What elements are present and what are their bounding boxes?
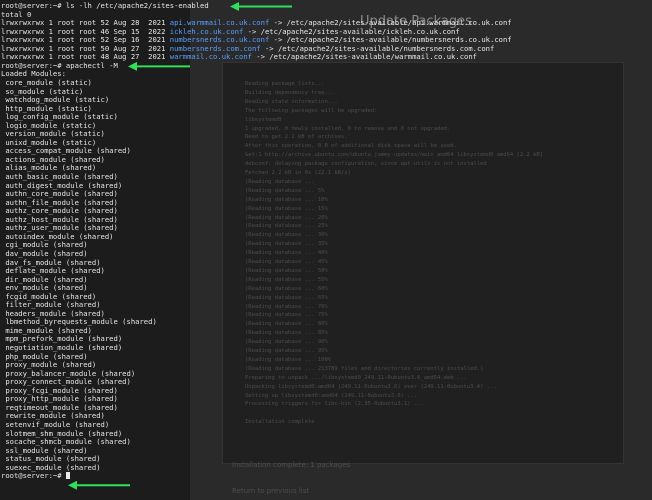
- line-text: root@server:~# ls -lh /etc/apache2/sites…: [1, 1, 209, 10]
- terminal-output[interactable]: root@server:~# ls -lh /etc/apache2/sites…: [0, 0, 652, 500]
- line-text: root@server:~#: [1, 471, 66, 481]
- symlink-target: -> /etc/apache2/sites-available/warmmail…: [251, 52, 478, 62]
- command-line: root@server:~# ls -lh /etc/apache2/sites…: [1, 1, 209, 11]
- symlink-name: warmmail.co.uk.conf: [169, 52, 252, 62]
- shell-prompt: root@server:~#: [1, 472, 70, 481]
- text-cursor: [65, 472, 70, 480]
